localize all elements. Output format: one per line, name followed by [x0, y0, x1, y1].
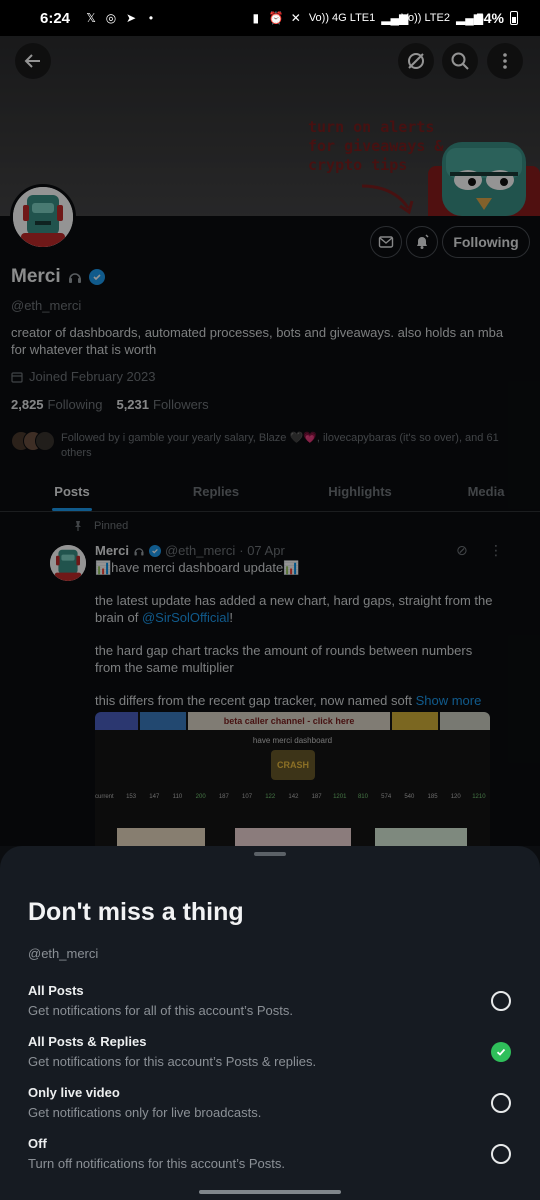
option-all-posts-replies[interactable]: All Posts & Replies Get notifications fo…	[0, 1034, 540, 1080]
status-bar: 6:24 𝕏 ◎ ➤ • ▮ ⏰ ✕ Vo)) 4G LTE1 ▂▄▆ Vo))…	[0, 0, 540, 36]
radio-button[interactable]	[491, 1093, 511, 1113]
option-description: Turn off notifications for this account’…	[28, 1156, 285, 1171]
mute-icon: ✕	[290, 11, 301, 25]
telegram-icon: ➤	[126, 11, 137, 25]
battery-level: 54%	[475, 10, 504, 26]
option-all-posts[interactable]: All Posts Get notifications for all of t…	[0, 983, 540, 1029]
radio-button-selected[interactable]	[491, 1042, 511, 1062]
option-description: Get notifications only for live broadcas…	[28, 1105, 262, 1120]
option-off[interactable]: Off Turn off notifications for this acco…	[0, 1136, 540, 1182]
home-indicator[interactable]	[199, 1190, 341, 1194]
sheet-drag-handle[interactable]	[254, 852, 286, 856]
sheet-title: Don't miss a thing	[28, 898, 244, 926]
status-time: 6:24	[40, 9, 71, 27]
option-description: Get notifications for all of this accoun…	[28, 1003, 293, 1018]
option-title: Off	[28, 1136, 47, 1151]
option-live-video[interactable]: Only live video Get notifications only f…	[0, 1085, 540, 1131]
signal-2-icon: ▂▄▆	[455, 11, 483, 25]
option-description: Get notifications for this account’s Pos…	[28, 1054, 317, 1069]
network-2: Vo)) LTE2	[401, 12, 450, 24]
radio-button[interactable]	[491, 1144, 511, 1164]
modal-backdrop[interactable]	[0, 36, 540, 846]
radio-button[interactable]	[491, 991, 511, 1011]
signal-icon: ▂▄▆	[381, 11, 409, 25]
notification-dot-icon: •	[148, 11, 154, 25]
whatsapp-icon: ◎	[105, 11, 117, 25]
option-title: All Posts & Replies	[28, 1034, 147, 1049]
check-icon	[496, 1048, 506, 1056]
option-title: Only live video	[28, 1085, 120, 1100]
battery-saver-icon: ▮	[252, 11, 260, 25]
notification-settings-sheet: Don't miss a thing @eth_merci All Posts …	[0, 846, 540, 1200]
battery-icon	[510, 11, 518, 25]
sheet-handle: @eth_merci	[28, 946, 99, 961]
option-title: All Posts	[28, 983, 84, 998]
alarm-icon: ⏰	[268, 11, 284, 25]
x-app-icon: 𝕏	[86, 11, 96, 25]
network-1: Vo)) 4G LTE1	[308, 12, 376, 24]
